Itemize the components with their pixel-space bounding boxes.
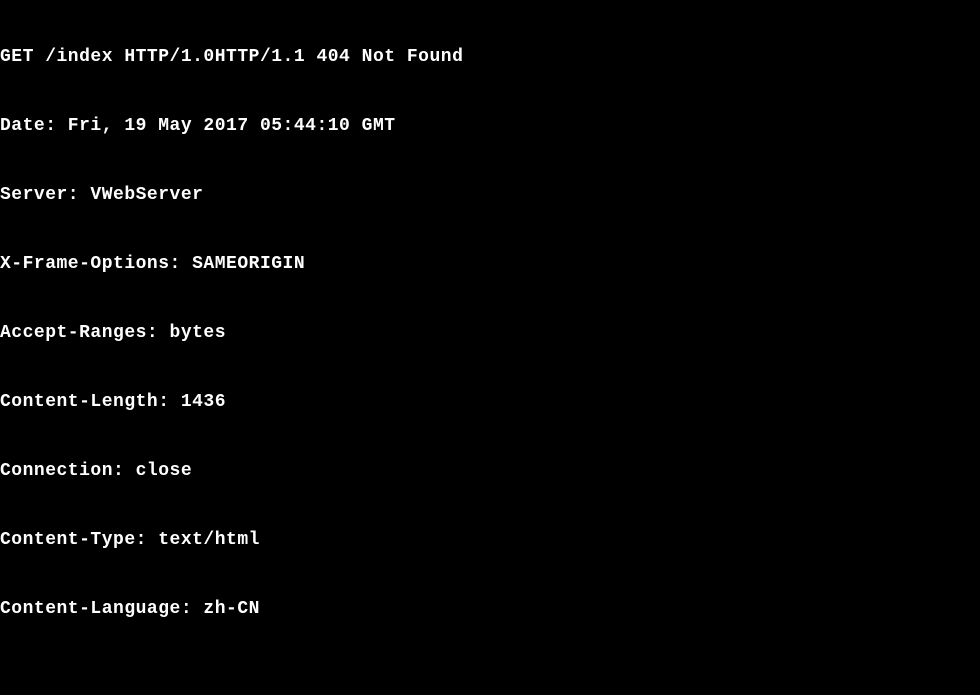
output-line: Content-Type: text/html (0, 529, 980, 552)
output-line: GET /index HTTP/1.0HTTP/1.1 404 Not Foun… (0, 46, 980, 69)
output-line: Server: VWebServer (0, 184, 980, 207)
output-line: Accept-Ranges: bytes (0, 322, 980, 345)
output-line: X-Frame-Options: SAMEORIGIN (0, 253, 980, 276)
output-line: Content-Length: 1436 (0, 391, 980, 414)
terminal-output: GET /index HTTP/1.0HTTP/1.1 404 Not Foun… (0, 0, 980, 695)
output-line: Date: Fri, 19 May 2017 05:44:10 GMT (0, 115, 980, 138)
output-line: Connection: close (0, 460, 980, 483)
output-line: Content-Language: zh-CN (0, 598, 980, 621)
